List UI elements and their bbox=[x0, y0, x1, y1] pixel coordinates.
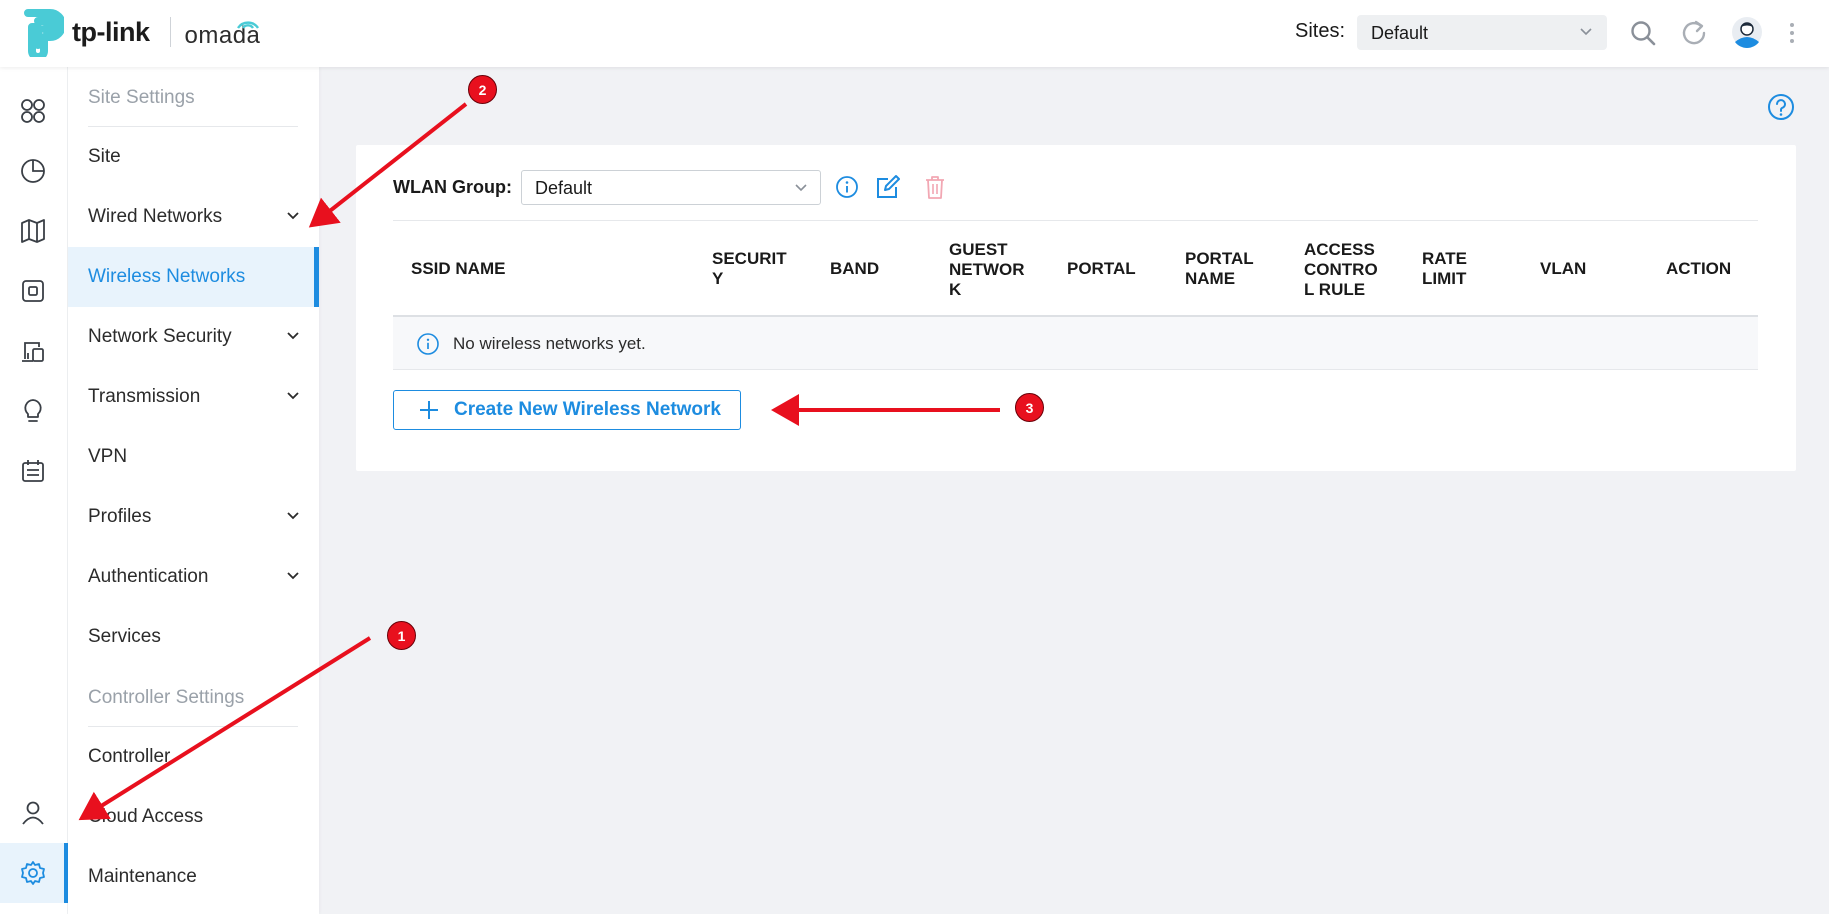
menu-item-authentication[interactable]: Authentication bbox=[68, 547, 319, 607]
wifi-arc-icon bbox=[237, 21, 259, 29]
delete-icon[interactable] bbox=[921, 173, 949, 201]
empty-state-text: No wireless networks yet. bbox=[453, 334, 646, 353]
chevron-down-icon bbox=[287, 572, 299, 580]
wlan-group-select[interactable]: Default bbox=[521, 170, 821, 205]
chevron-down-icon bbox=[287, 512, 299, 520]
menu-item-network-security[interactable]: Network Security bbox=[68, 307, 319, 367]
empty-state-row: No wireless networks yet. bbox=[393, 317, 1758, 370]
column-portal: PORTAL bbox=[1067, 259, 1136, 278]
tp-link-logo-icon bbox=[24, 9, 64, 57]
annotation-badge-3: 3 bbox=[1015, 393, 1044, 422]
menu-item-label: Authentication bbox=[88, 566, 209, 587]
menu-item-label: Transmission bbox=[88, 386, 201, 407]
column-band: BAND bbox=[830, 259, 880, 278]
devices-icon[interactable] bbox=[19, 277, 47, 305]
column-guest-network: GUEST NETWOR K bbox=[949, 240, 1025, 299]
site-settings-heading: Site Settings bbox=[88, 87, 195, 108]
menu-item-transmission[interactable]: Transmission bbox=[68, 367, 319, 427]
chevron-down-icon bbox=[795, 184, 807, 192]
logo-separator bbox=[169, 17, 171, 47]
account-icon[interactable] bbox=[19, 799, 47, 827]
search-icon[interactable] bbox=[1628, 18, 1658, 48]
menu-item-label: Cloud Access bbox=[88, 806, 204, 827]
menu-item-label: Site bbox=[88, 146, 121, 167]
menu-item-site[interactable]: Site bbox=[68, 127, 319, 187]
settings-gear-icon bbox=[21, 861, 45, 885]
annotation-badge-2: 2 bbox=[468, 75, 497, 104]
menu-item-wired-networks[interactable]: Wired Networks bbox=[68, 187, 319, 247]
more-vertical-icon[interactable] bbox=[1782, 18, 1802, 48]
menu-item-controller[interactable]: Controller bbox=[68, 727, 319, 787]
wireless-networks-panel: WLAN Group: Default SSID NAME SECURIT Y B… bbox=[356, 145, 1796, 471]
settings-menu: Site Settings Site Wired Networks Wirele… bbox=[68, 67, 319, 914]
menu-item-label: Network Security bbox=[88, 326, 232, 347]
active-indicator bbox=[314, 247, 319, 307]
menu-item-label: Wired Networks bbox=[88, 206, 223, 227]
brand-name: tp-link bbox=[72, 16, 150, 47]
menu-item-services[interactable]: Services bbox=[68, 607, 319, 667]
chevron-down-icon bbox=[1580, 28, 1592, 36]
column-action: ACTION bbox=[1666, 259, 1732, 278]
chevron-down-icon bbox=[287, 212, 299, 220]
menu-item-vpn[interactable]: VPN bbox=[68, 427, 319, 487]
statistics-icon[interactable] bbox=[19, 157, 47, 185]
chevron-down-icon bbox=[287, 332, 299, 340]
wlan-group-label: WLAN Group: bbox=[393, 177, 512, 197]
clients-icon[interactable] bbox=[19, 337, 47, 365]
chevron-down-icon bbox=[287, 392, 299, 400]
menu-item-cloud-access[interactable]: Cloud Access bbox=[68, 787, 319, 847]
menu-item-maintenance[interactable]: Maintenance bbox=[68, 847, 319, 907]
controller-settings-heading: Controller Settings bbox=[88, 687, 245, 708]
dashboard-icon[interactable] bbox=[19, 97, 47, 125]
column-portal-name: PORTAL NAME bbox=[1185, 249, 1254, 288]
plus-icon bbox=[420, 401, 438, 419]
table-top-border bbox=[393, 220, 1758, 221]
menu-item-label: Wireless Networks bbox=[88, 266, 246, 287]
create-wireless-network-button[interactable]: Create New Wireless Network bbox=[393, 390, 741, 430]
menu-item-wireless-networks[interactable]: Wireless Networks bbox=[68, 247, 319, 307]
menu-item-profiles[interactable]: Profiles bbox=[68, 487, 319, 547]
column-security: SECURIT Y bbox=[712, 249, 787, 288]
insights-icon[interactable] bbox=[19, 397, 47, 425]
sites-label: Sites: bbox=[1295, 20, 1346, 42]
info-icon bbox=[417, 333, 439, 355]
menu-item-label: Services bbox=[88, 626, 161, 647]
site-selector-value: Default bbox=[1371, 23, 1429, 43]
menu-item-label: Maintenance bbox=[88, 866, 197, 887]
edit-icon[interactable] bbox=[874, 173, 902, 201]
column-vlan: VLAN bbox=[1540, 259, 1587, 278]
menu-item-label: Profiles bbox=[88, 506, 152, 527]
refresh-icon[interactable] bbox=[1679, 18, 1709, 48]
logs-icon[interactable] bbox=[19, 457, 47, 485]
user-avatar-icon[interactable] bbox=[1731, 16, 1763, 48]
column-access-control-rule: ACCESS CONTRO L RULE bbox=[1304, 240, 1378, 299]
site-selector[interactable]: Default bbox=[1357, 15, 1607, 50]
settings-rail-item[interactable] bbox=[0, 843, 68, 903]
create-button-label: Create New Wireless Network bbox=[454, 399, 721, 420]
wlan-group-value: Default bbox=[535, 178, 593, 198]
column-rate-limit: RATE LIMIT bbox=[1422, 249, 1468, 288]
map-icon[interactable] bbox=[19, 217, 47, 245]
help-icon[interactable] bbox=[1767, 93, 1795, 121]
icon-rail bbox=[0, 67, 68, 914]
top-bar: tp-link omada Sites: Default bbox=[0, 0, 1829, 67]
info-icon[interactable] bbox=[833, 173, 861, 201]
annotation-badge-1: 1 bbox=[387, 621, 416, 650]
menu-item-label: Controller bbox=[88, 746, 171, 767]
menu-item-label: VPN bbox=[88, 446, 128, 467]
column-ssid-name: SSID NAME bbox=[411, 259, 506, 278]
tp-link-logo[interactable]: tp-link omada bbox=[22, 6, 260, 58]
